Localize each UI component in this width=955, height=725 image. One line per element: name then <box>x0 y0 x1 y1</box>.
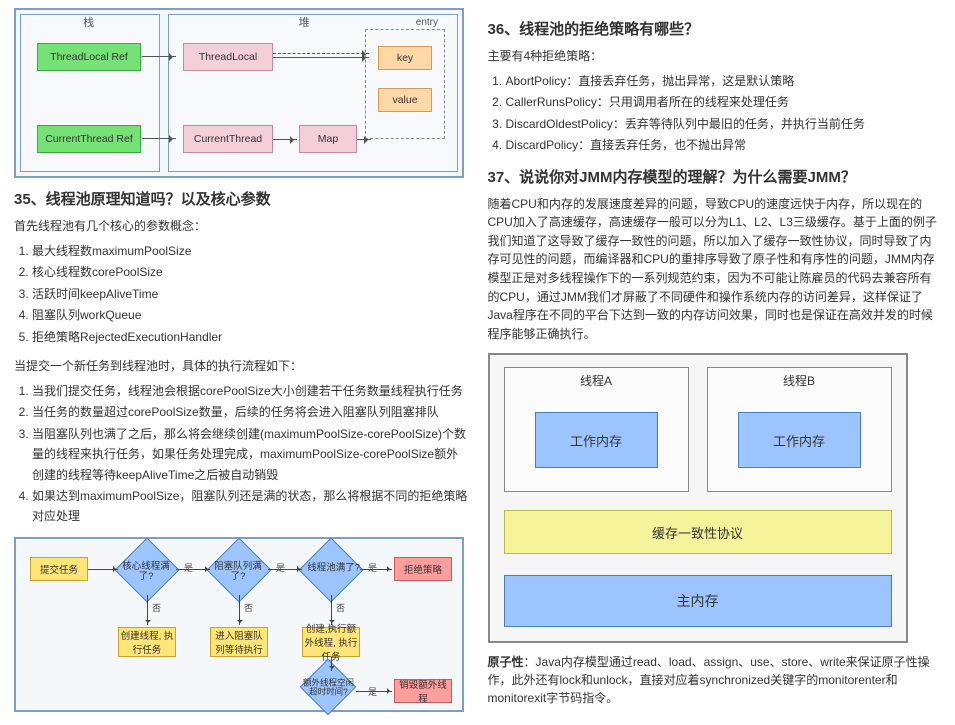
box-value: value <box>378 88 432 112</box>
para-37: 随着CPU和内存的发展速度差异的问题，导致CPU的速度远快于内存，所以现在的CP… <box>488 195 942 344</box>
box-key: key <box>378 46 432 70</box>
panel-heap: 堆 ThreadLocal CurrentThread Map entry ke… <box>168 14 458 172</box>
arrow <box>356 691 392 692</box>
para-35-intro: 首先线程池有几个核心的参数概念： <box>14 217 468 235</box>
node-destroy: 销毁额外线程 <box>394 679 452 703</box>
label-no: 否 <box>336 601 345 614</box>
label-no: 否 <box>244 601 253 614</box>
heading-36: 36、线程池的拒绝策略有哪些？ <box>488 18 942 39</box>
diagram-jmm: 线程A 工作内存 线程B 工作内存 缓存一致性协议 主内存 <box>488 353 908 643</box>
list-item: 当任务的数量超过corePoolSize数量，后续的任务将会进入阻塞队列阻塞排队 <box>32 402 468 422</box>
list-item: 核心线程数corePoolSize <box>32 262 468 282</box>
work-mem-a: 工作内存 <box>535 412 658 468</box>
arrow-ct-to-map <box>273 139 297 140</box>
thread-a-title: 线程A <box>505 368 688 393</box>
main-memory: 主内存 <box>504 575 892 627</box>
node-queue-full: 阻塞队列满了? <box>206 537 271 602</box>
para-atomic: 原子性：Java内存模型通过read、load、assign、use、store… <box>488 653 942 707</box>
panel-stack-label: 栈 <box>83 14 94 30</box>
list-item: 阻塞队列workQueue <box>32 305 468 325</box>
list-item: DiscardOldestPolicy：丢弃等待队列中最旧的任务，并执行当前任务 <box>506 114 942 134</box>
panel-heap-label: 堆 <box>299 14 310 30</box>
heading-37: 37、说说你对JMM内存模型的理解？为什么需要JMM？ <box>488 166 942 187</box>
diagram-threadpool-flow: 提交任务 核心线程满了? 阻塞队列满了? 线程池满了? 拒绝策略 创建线程, 执… <box>14 537 464 712</box>
label-yes: 是 <box>368 561 377 574</box>
arrow <box>360 569 392 570</box>
arrow <box>268 569 302 570</box>
arrow-ctref-to-ct <box>142 138 176 139</box>
thread-b-frame: 线程B 工作内存 <box>707 367 892 492</box>
work-mem-b: 工作内存 <box>738 412 861 468</box>
list-item: CallerRunsPolicy：只用调用者所在的线程来处理任务 <box>506 92 942 112</box>
para-35-flow: 当提交一个新任务到线程池时，具体的执行流程如下： <box>14 357 468 375</box>
atomic-label: 原子性 <box>488 655 524 669</box>
list-item: 如果达到maximumPoolSize，阻塞队列还是满的状态，那么将根据不同的拒… <box>32 486 468 527</box>
left-column: 栈 ThreadLocal Ref CurrentThread Ref 堆 Th… <box>0 0 478 670</box>
list-item: AbortPolicy：直接丢弃任务，抛出异常，这是默认策略 <box>506 71 942 91</box>
node-create-extra: 创建,执行额外线程, 执行任务 <box>302 627 360 657</box>
box-threadlocal: ThreadLocal <box>183 43 273 71</box>
arrow-map-to-entry <box>357 139 371 140</box>
label-yes: 是 <box>184 561 193 574</box>
right-column: 36、线程池的拒绝策略有哪些？ 主要有4种拒绝策略： AbortPolicy：直… <box>478 0 955 670</box>
thread-b-title: 线程B <box>708 368 891 393</box>
box-map: Map <box>299 125 357 153</box>
list-item: 当阻塞队列也满了之后，那么将会继续创建(maximumPoolSize-core… <box>32 424 468 485</box>
heading-35: 35、线程池原理知道吗？以及核心参数 <box>14 188 468 209</box>
panel-stack: 栈 ThreadLocal Ref CurrentThread Ref <box>20 14 160 172</box>
box-currentthread-ref: CurrentThread Ref <box>37 125 141 153</box>
atomic-text: ：Java内存模型通过read、load、assign、use、store、wr… <box>488 655 930 705</box>
list-item: 拒绝策略RejectedExecutionHandler <box>32 327 468 347</box>
node-pool-full: 线程池满了? <box>298 537 363 602</box>
list-35-params: 最大线程数maximumPoolSize 核心线程数corePoolSize 活… <box>32 241 468 347</box>
arrow <box>176 569 210 570</box>
arrow-key-to-tl-weakref <box>273 53 369 54</box>
box-threadlocal-ref: ThreadLocal Ref <box>37 43 141 71</box>
arrow-tl-to-key <box>273 57 369 58</box>
list-item: 当我们提交任务，线程池会根据corePoolSize大小创建若干任务数量线程执行… <box>32 381 468 401</box>
entry-frame: entry key value <box>365 29 445 139</box>
arrow <box>331 657 332 671</box>
arrow <box>147 595 148 625</box>
para-36-intro: 主要有4种拒绝策略： <box>488 47 942 65</box>
label-yes: 是 <box>276 561 285 574</box>
entry-title: entry <box>416 17 438 28</box>
list-item: DiscardPolicy：直接丢弃任务，也不抛出异常 <box>506 135 942 155</box>
node-go-queue: 进入阻塞队列等待执行 <box>210 627 268 657</box>
node-core-full: 核心线程满了? <box>114 537 179 602</box>
node-submit: 提交任务 <box>30 557 88 581</box>
cache-coherence: 缓存一致性协议 <box>504 510 892 554</box>
arrow <box>239 595 240 625</box>
node-reject: 拒绝策略 <box>394 557 452 581</box>
list-36: AbortPolicy：直接丢弃任务，抛出异常，这是默认策略 CallerRun… <box>506 71 942 156</box>
list-35-flow: 当我们提交任务，线程池会根据corePoolSize大小创建若干任务数量线程执行… <box>32 381 468 527</box>
label-no: 否 <box>152 601 161 614</box>
node-create-run: 创建线程, 执行任务 <box>118 627 176 657</box>
box-currentthread: CurrentThread <box>183 125 273 153</box>
thread-a-frame: 线程A 工作内存 <box>504 367 689 492</box>
arrow-tlref-to-tl <box>142 56 176 57</box>
arrow <box>88 569 118 570</box>
diagram-threadlocal: 栈 ThreadLocal Ref CurrentThread Ref 堆 Th… <box>14 8 464 178</box>
list-item: 活跃时间keepAliveTime <box>32 284 468 304</box>
arrow <box>331 595 332 625</box>
list-item: 最大线程数maximumPoolSize <box>32 241 468 261</box>
